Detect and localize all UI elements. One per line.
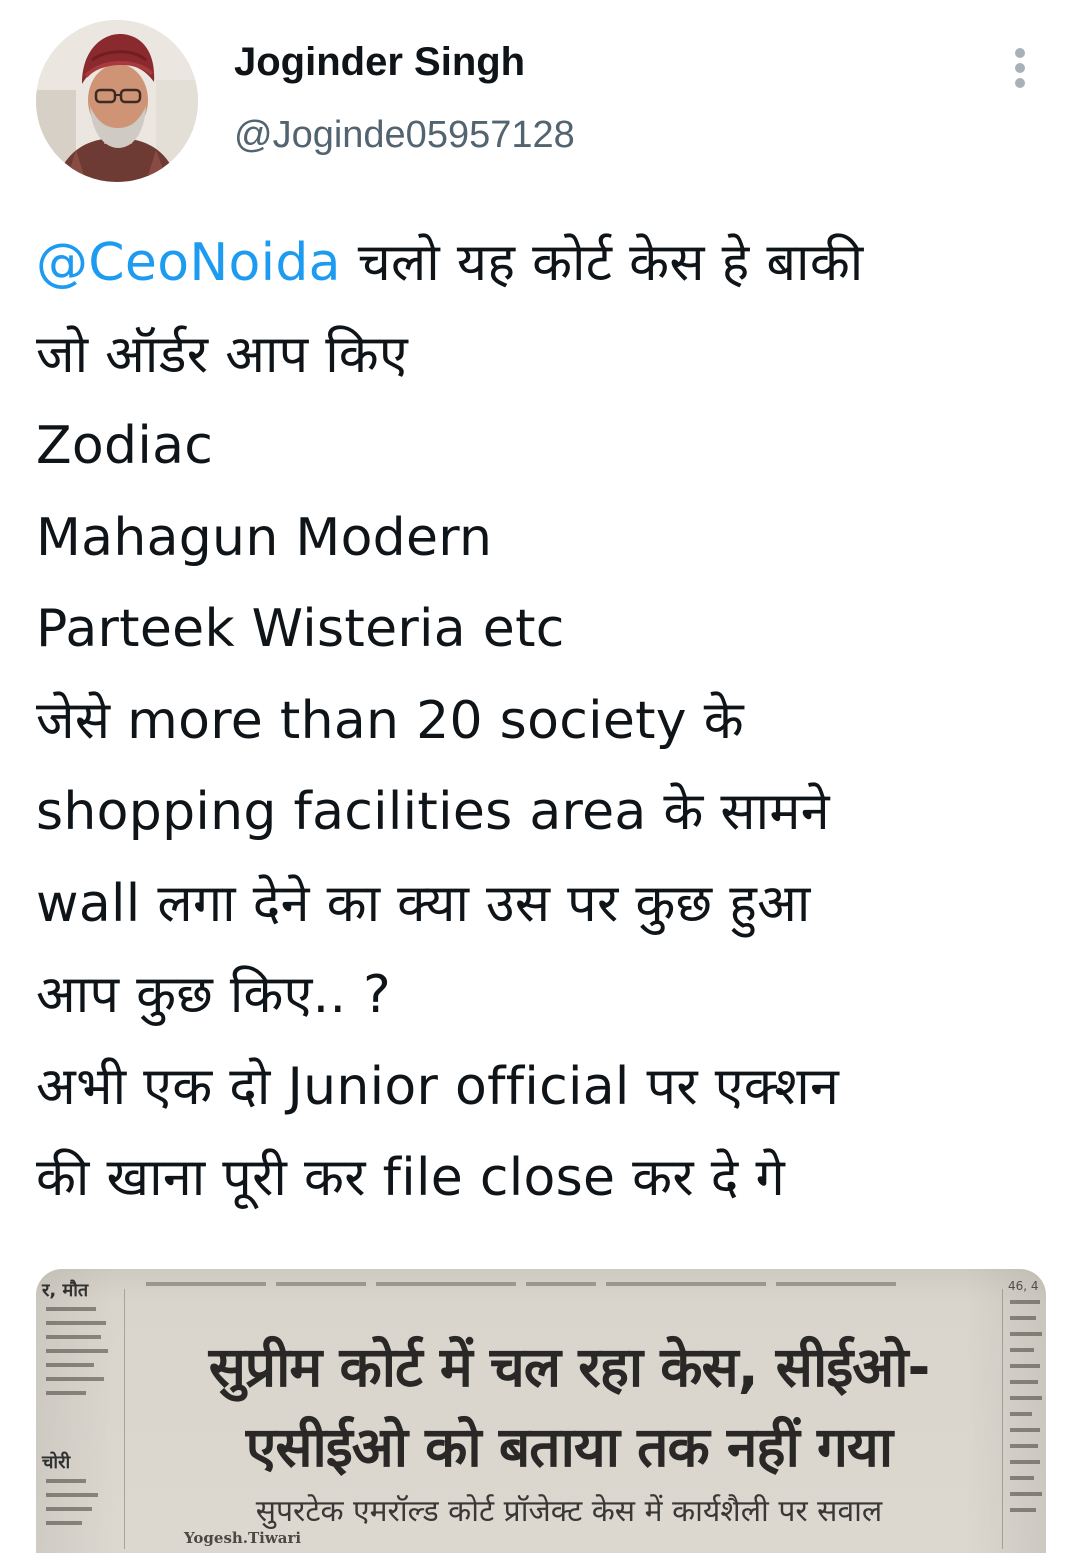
tweet-line: की खाना पूरी कर file close कर दे गे [36, 1148, 786, 1208]
user-handle[interactable]: @Joginde05957128 [234, 114, 575, 157]
newsprint-texture [46, 1307, 108, 1395]
newsprint-texture [46, 1479, 98, 1525]
dot [1015, 48, 1025, 58]
mention-link[interactable]: @CeoNoida [36, 233, 341, 293]
newspaper-subheadline: सुपरटेक एमरॉल्ड कोर्ट प्रॉजेक्ट केस में … [255, 1494, 883, 1529]
tweet-line: wall लगा देने का क्या उस पर कुछ हुआ [36, 873, 811, 934]
display-name[interactable]: Joginder Singh [234, 40, 525, 85]
more-options-icon[interactable] [1004, 46, 1036, 90]
newspaper-headline: सुप्रीम कोर्ट में चल रहा केस, सीईओ- एसीई… [144, 1327, 994, 1487]
dot [1015, 63, 1025, 73]
newspaper-byline: Yogesh.Tiwari [184, 1529, 302, 1547]
tweet-media-image[interactable]: र, मौत चोरी 46, 4 सुप्रीम कोर्ट में चल र… [36, 1269, 1046, 1553]
column-heading: चोरी [42, 1452, 71, 1473]
dot [1015, 78, 1025, 88]
tweet-line: shopping facilities area के सामने [36, 782, 830, 842]
newspaper-top-text [146, 1277, 976, 1299]
tweet-line: जेसे more than 20 society के [36, 690, 744, 751]
tweet-line: जो ऑर्डर आप किए [36, 324, 409, 385]
newspaper-left-column: र, मौत चोरी [42, 1279, 120, 1539]
headline-line: सुप्रीम कोर्ट में चल रहा केस, सीईओ- [208, 1335, 931, 1399]
headline-line: एसीईओ को बताया तक नहीं गया [245, 1415, 893, 1479]
tweet-line: @CeoNoida चलो यह कोर्ट केस हे बाकी [36, 218, 1046, 310]
column-heading: र, मौत [42, 1280, 89, 1301]
tweet-line: Mahagun Modern [36, 507, 493, 568]
tweet-text: @CeoNoida चलो यह कोर्ट केस हे बाकी जो ऑर… [36, 218, 1046, 1225]
column-divider [124, 1289, 125, 1549]
avatar[interactable] [36, 20, 198, 182]
tweet-line: Zodiac [36, 416, 214, 476]
newsprint-texture [1010, 1300, 1042, 1512]
newspaper-right-column: 46, 4 [1008, 1279, 1046, 1538]
tweet-line-text: चलो यह कोर्ट केस हे बाकी [340, 233, 864, 293]
tweet-line: Parteek Wisteria etc [36, 599, 565, 659]
column-divider [1002, 1289, 1003, 1549]
tweet-line: अभी एक दो Junior official पर एक्शन [36, 1056, 840, 1117]
tweet-line: आप कुछ किए.. ? [36, 965, 392, 1025]
newsprint-texture [146, 1282, 896, 1286]
column-text: 46, 4 [1008, 1279, 1039, 1293]
avatar-photo [36, 20, 198, 182]
